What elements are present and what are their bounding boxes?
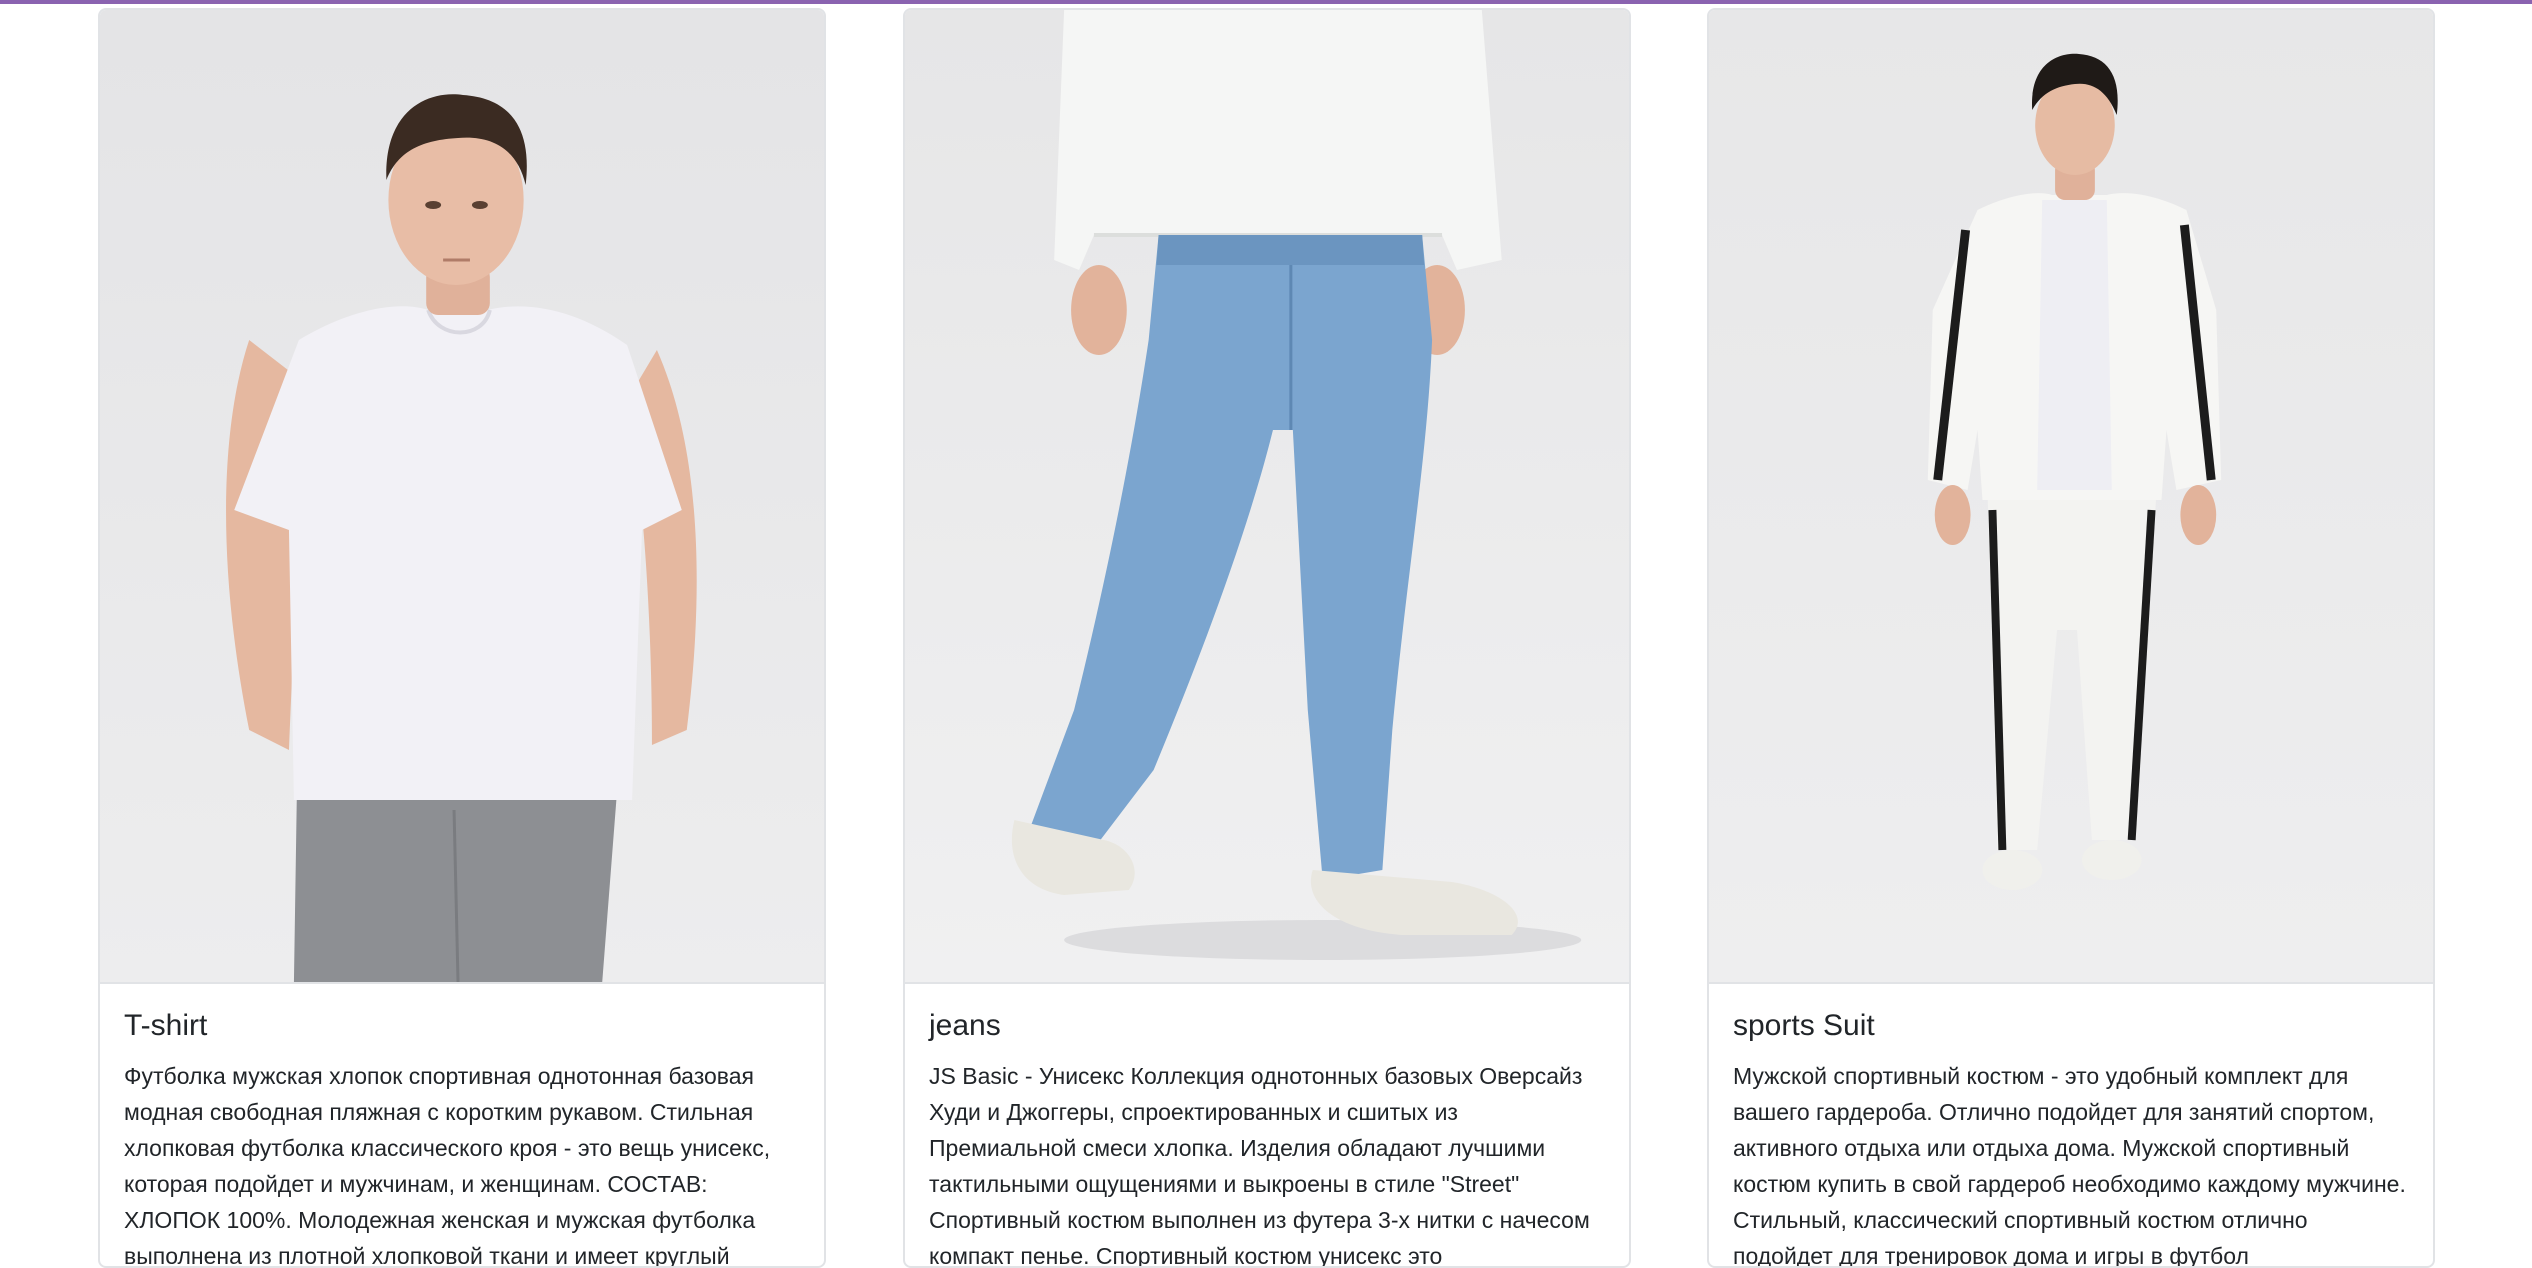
product-description: Футболка мужская хлопок спортивная однот… [124, 1063, 771, 1268]
product-title: T-shirt [124, 1009, 208, 1042]
jeans-photo-illustration [905, 10, 1629, 982]
product-image-sports-suit[interactable] [1709, 10, 2433, 984]
product-image-jeans[interactable] [905, 10, 1629, 984]
sports-suit-photo-illustration [1709, 10, 2433, 982]
product-title: jeans [929, 1009, 1001, 1042]
product-card-list: T-shirt Футболка мужская хлопок спортивн… [98, 8, 2440, 1268]
product-card-tshirt[interactable]: T-shirt Футболка мужская хлопок спортивн… [98, 8, 826, 1268]
product-description: Мужской спортивный костюм - это удобный … [1733, 1063, 2406, 1268]
product-card-jeans[interactable]: jeans JS Basic - Унисекс Коллекция однот… [903, 8, 1631, 1268]
tshirt-photo-illustration [100, 10, 824, 982]
product-title: sports Suit [1733, 1009, 1875, 1042]
product-image-tshirt[interactable] [100, 10, 824, 984]
top-accent-bar [0, 0, 2532, 4]
product-card-sports-suit[interactable]: sports Suit Мужской спортивный костюм - … [1707, 8, 2435, 1268]
product-description: JS Basic - Унисекс Коллекция однотонных … [929, 1063, 1590, 1268]
